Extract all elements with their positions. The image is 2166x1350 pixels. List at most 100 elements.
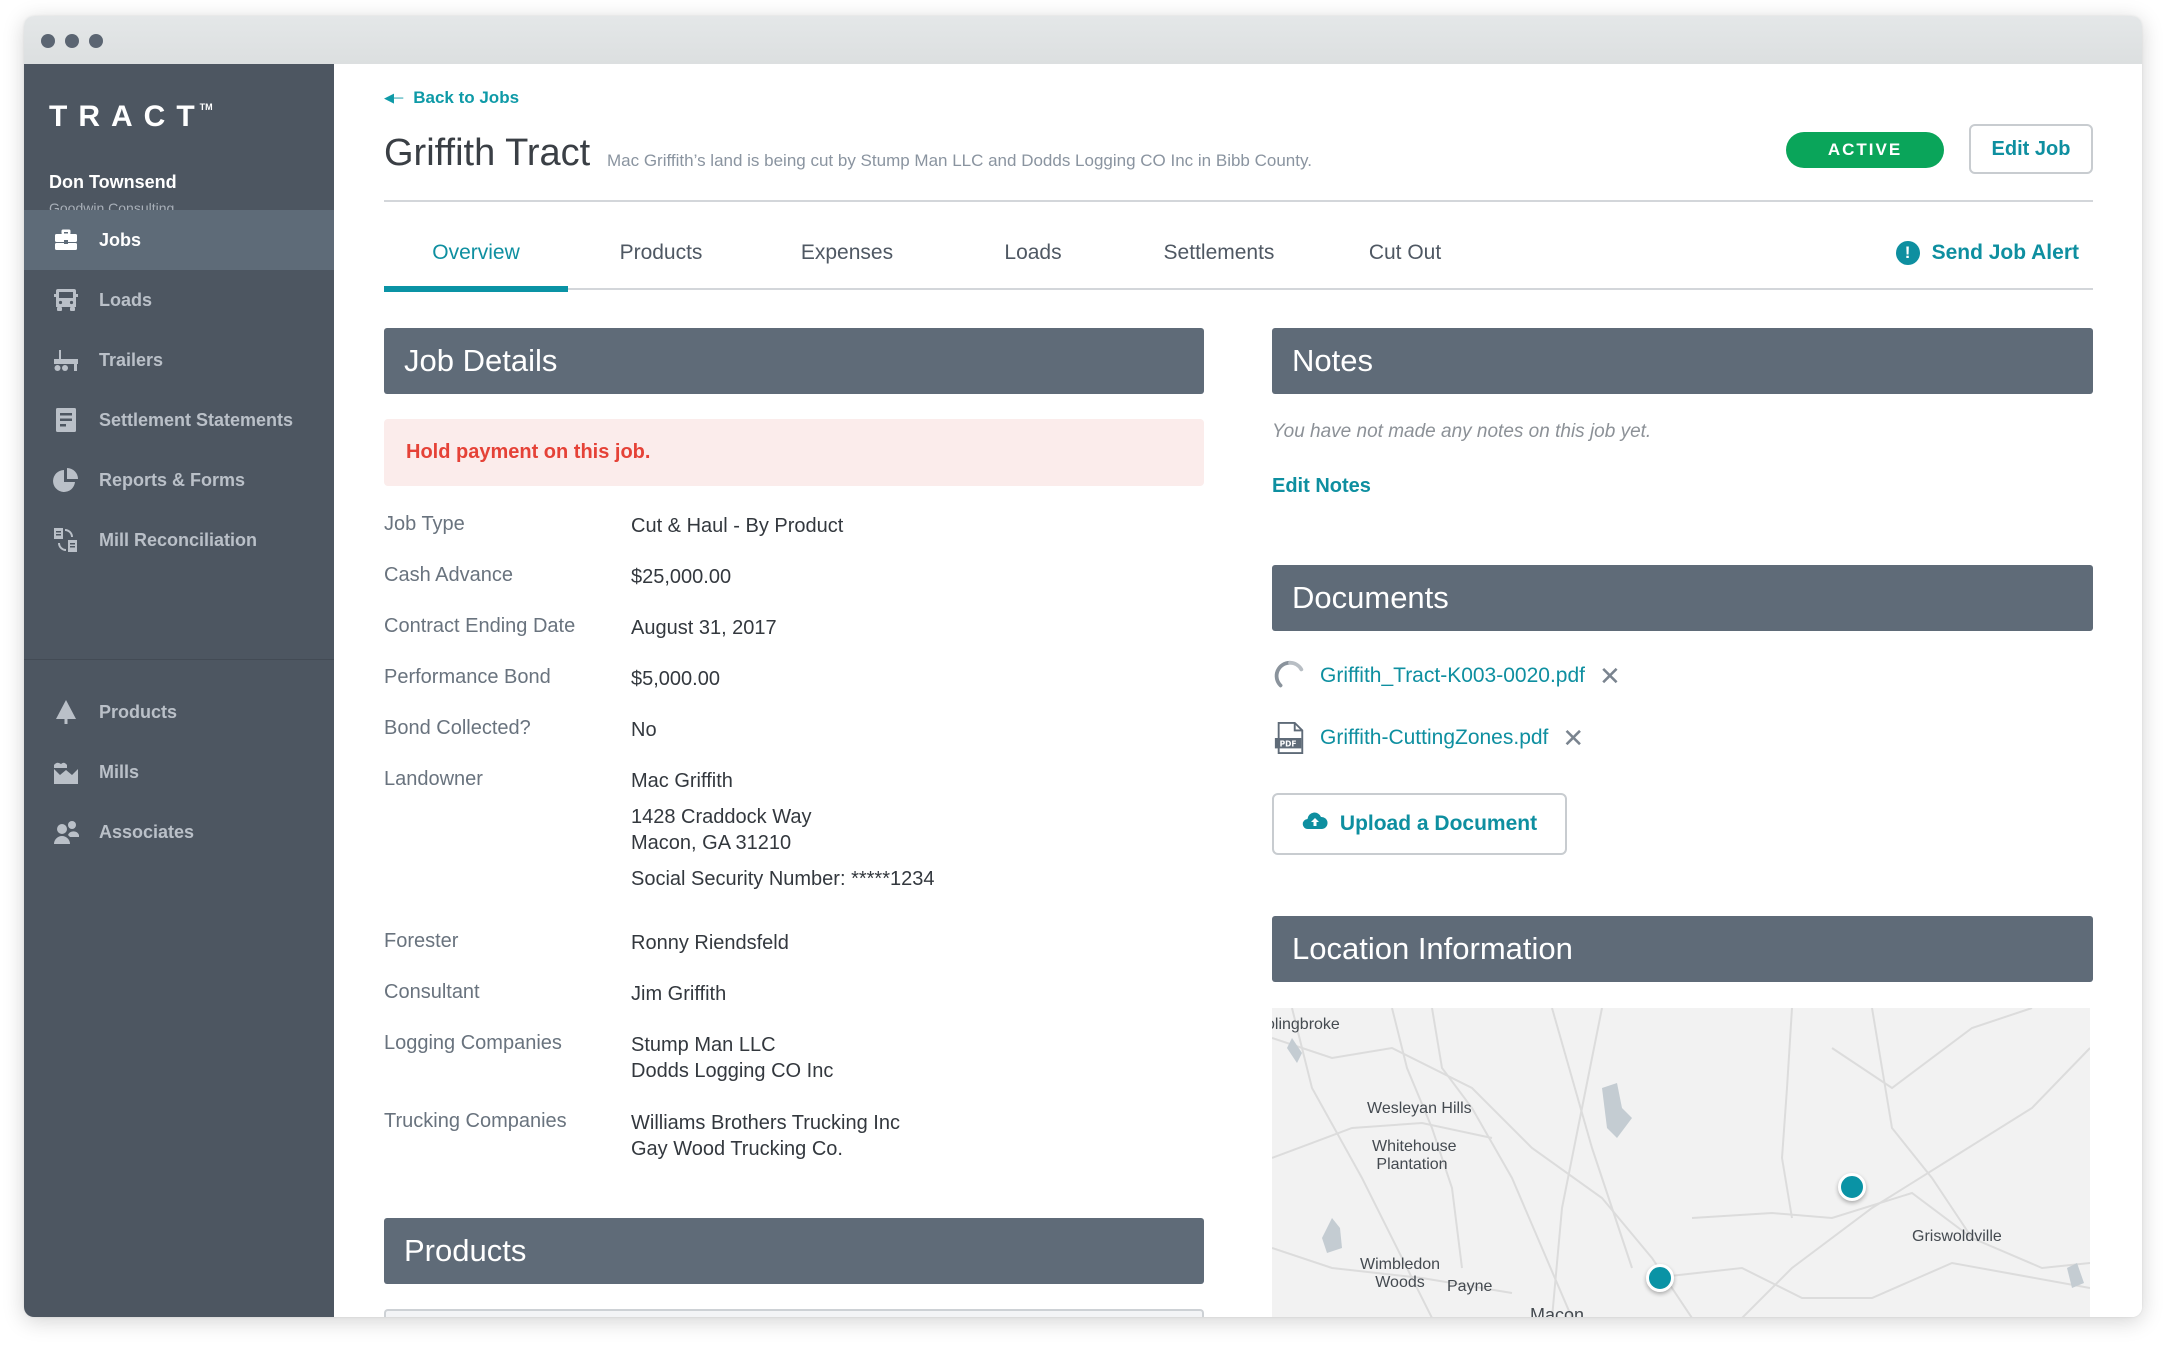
window-titlebar (24, 16, 2142, 64)
remove-document-icon[interactable]: ✕ (1599, 663, 1621, 689)
sidebar-item-label: Products (99, 701, 178, 722)
detail-label: Logging Companies (384, 1032, 562, 1054)
pdf-label: PDF (1280, 740, 1297, 749)
map-label: Payne (1447, 1278, 1493, 1295)
sidebar-item-label: Loads (99, 289, 153, 310)
document-item: Griffith_Tract-K003-0020.pdf ✕ (1272, 658, 1621, 694)
detail-value: No (631, 717, 657, 743)
back-link-label: Back to Jobs (413, 88, 520, 107)
status-badge: ACTIVE (1786, 132, 1944, 168)
tab-loads[interactable]: Loads (940, 224, 1126, 290)
cloud-upload-icon (1302, 811, 1328, 837)
sidebar-item-products[interactable]: Products (24, 682, 334, 742)
logo-text: TRACT (49, 100, 206, 133)
documents-header: Documents (1272, 565, 2093, 631)
tab-products[interactable]: Products (568, 224, 754, 290)
document-link[interactable]: Griffith_Tract-K003-0020.pdf (1320, 664, 1585, 688)
window-maximize-button[interactable] (89, 34, 103, 48)
map-label: olingbroke (1272, 1016, 1340, 1033)
map-label: Wimbledon Woods (1360, 1256, 1441, 1291)
hold-payment-alert: Hold payment on this job. (384, 419, 1204, 486)
sidebar-item-loads[interactable]: Loads (24, 270, 334, 330)
window-close-button[interactable] (41, 34, 55, 48)
remove-document-icon[interactable]: ✕ (1562, 725, 1584, 751)
location-header: Location Information (1272, 916, 2093, 982)
sidebar-item-label: Settlement Statements (99, 409, 294, 430)
detail-label: Forester (384, 930, 459, 952)
edit-job-button[interactable]: Edit Job (1969, 124, 2093, 174)
section-title: Location Information (1292, 931, 1573, 966)
sidebar-item-jobs[interactable]: Jobs (24, 210, 334, 270)
address-line: 1428 Craddock Way (631, 806, 812, 828)
page-subtitle: Mac Griffith’s land is being cut by Stum… (607, 151, 1312, 170)
value-line: Gay Wood Trucking Co. (631, 1138, 843, 1160)
tab-overview[interactable]: Overview (384, 224, 568, 292)
sidebar-divider (24, 659, 334, 660)
sidebar-item-mills[interactable]: Mills (24, 742, 334, 802)
truck-icon (53, 287, 79, 313)
send-job-alert-button[interactable]: ! Send Job Alert (1895, 241, 2079, 265)
detail-value: $25,000.00 (631, 564, 731, 590)
detail-value: Jim Griffith (631, 981, 726, 1007)
tab-settlements[interactable]: Settlements (1126, 224, 1312, 290)
map-label: Whitehouse Plantation (1372, 1138, 1457, 1173)
map-pin[interactable] (1646, 1264, 1674, 1292)
header-divider (384, 200, 2093, 202)
pie-chart-icon (53, 467, 79, 493)
detail-label: Landowner (384, 768, 483, 790)
window-minimize-button[interactable] (65, 34, 79, 48)
app-logo[interactable]: TRACTTM (49, 100, 219, 134)
detail-value: Mac Griffith 1428 Craddock Way Macon, GA… (631, 768, 935, 892)
tab-cut-out[interactable]: Cut Out (1312, 224, 1498, 290)
value-line: Dodds Logging CO Inc (631, 1060, 834, 1082)
notes-empty-message: You have not made any notes on this job … (1272, 421, 1652, 442)
value-line: Williams Brothers Trucking Inc (631, 1112, 900, 1134)
alert-message: Hold payment on this job. (406, 441, 651, 463)
document-link[interactable]: Griffith-CuttingZones.pdf (1320, 726, 1548, 750)
exclamation-icon: ! (1895, 241, 1920, 265)
sidebar-item-reports-forms[interactable]: Reports & Forms (24, 450, 334, 510)
upload-document-button[interactable]: Upload a Document (1272, 793, 1567, 855)
edit-notes-link[interactable]: Edit Notes (1272, 475, 1371, 498)
detail-value: $5,000.00 (631, 666, 720, 692)
sidebar: TRACTTM Don Townsend Goodwin Consulting … (24, 64, 334, 1317)
value-line: August 31, 2017 (631, 617, 777, 639)
notes-header: Notes (1272, 328, 2093, 394)
sidebar-item-trailers[interactable]: Trailers (24, 330, 334, 390)
back-to-jobs-link[interactable]: ◀─ Back to Jobs (384, 88, 519, 108)
sidebar-item-label: Associates (99, 821, 195, 842)
tab-expenses[interactable]: Expenses (754, 224, 940, 290)
detail-value: Williams Brothers Trucking Inc Gay Wood … (631, 1110, 900, 1162)
value-line: Cut & Haul - By Product (631, 515, 844, 537)
sidebar-item-label: Jobs (99, 229, 142, 250)
detail-value: Ronny Riendsfeld (631, 930, 789, 956)
sidebar-item-associates[interactable]: Associates (24, 802, 334, 862)
section-title: Job Details (404, 343, 558, 378)
detail-value: Cut & Haul - By Product (631, 513, 843, 539)
sidebar-item-mill-reconciliation[interactable]: Mill Reconciliation (24, 510, 334, 570)
section-title: Notes (1292, 343, 1373, 378)
trademark-mark: TM (199, 102, 213, 112)
section-title: Documents (1292, 580, 1449, 615)
app-window: TRACTTM Don Townsend Goodwin Consulting … (24, 16, 2142, 1317)
main-content: ◀─ Back to Jobs Griffith Tract Mac Griff… (334, 64, 2142, 1317)
people-icon (53, 819, 79, 845)
send-alert-label: Send Job Alert (1931, 241, 2079, 264)
sidebar-item-settlement-statements[interactable]: Settlement Statements (24, 390, 334, 450)
section-title: Products (404, 1233, 527, 1268)
upload-label: Upload a Document (1339, 812, 1538, 835)
briefcase-icon (53, 227, 79, 253)
detail-label: Contract Ending Date (384, 615, 576, 637)
user-name: Don Townsend (49, 172, 177, 192)
map-label: Wesleyan Hills (1367, 1100, 1472, 1117)
value-line: Jim Griffith (631, 983, 727, 1005)
location-map[interactable]: olingbroke Wesleyan Hills Whitehouse Pla… (1272, 1008, 2090, 1317)
map-label: Macon (1530, 1305, 1585, 1317)
document-item: PDF Griffith-CuttingZones.pdf ✕ (1272, 720, 1584, 756)
tab-bar: Overview Products Expenses Loads Settlem… (384, 224, 2093, 292)
detail-label: Consultant (384, 981, 480, 1003)
map-pin[interactable] (1838, 1173, 1866, 1201)
detail-value: August 31, 2017 (631, 615, 777, 641)
value-line: $5,000.00 (631, 668, 720, 690)
value-line: Stump Man LLC (631, 1034, 776, 1056)
